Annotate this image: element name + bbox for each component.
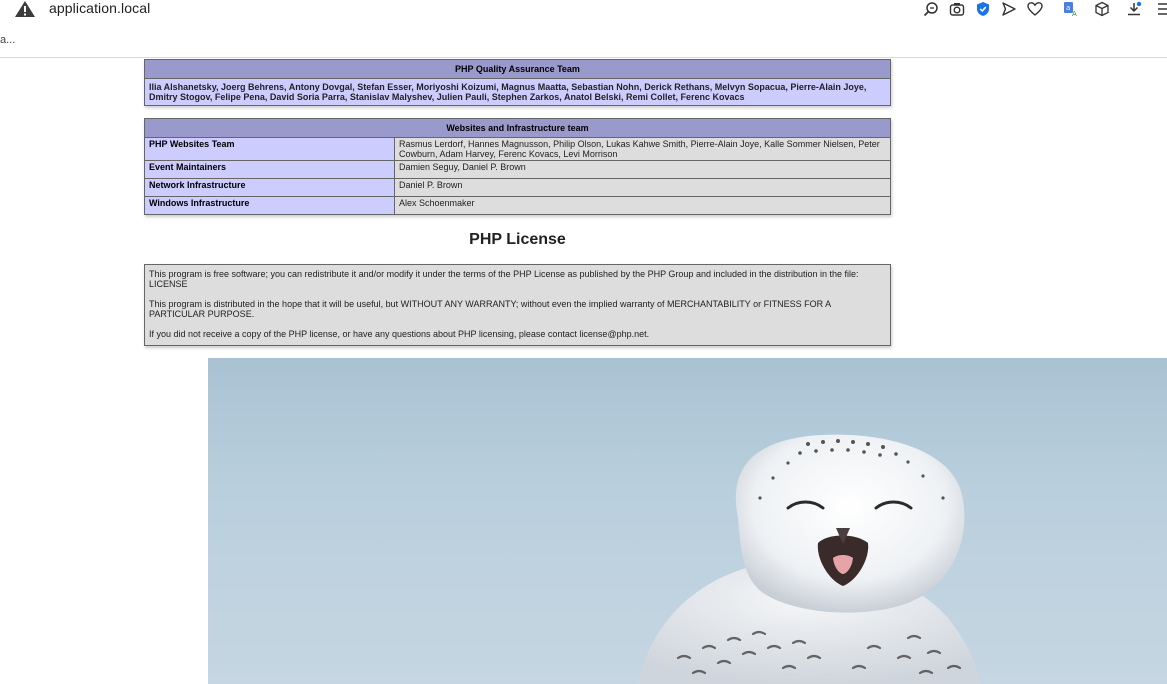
svg-text:A: A (1072, 10, 1077, 17)
license-paragraph: This program is distributed in the hope … (149, 299, 831, 319)
license-title: PHP License (469, 231, 566, 248)
heart-icon[interactable] (1026, 0, 1044, 18)
cube-icon[interactable] (1093, 0, 1111, 18)
role-cell: Network Infrastructure (144, 178, 395, 197)
owl-photo (208, 358, 1167, 684)
shield-icon[interactable] (974, 0, 992, 18)
zoom-icon[interactable] (922, 0, 940, 18)
browser-toolbar: application.local a... aA (0, 0, 1167, 58)
license-text-box: This program is free software; you can r… (144, 264, 891, 346)
warning-icon[interactable] (14, 0, 36, 18)
role-cell: PHP Websites Team (144, 137, 395, 161)
send-icon[interactable] (1000, 0, 1018, 18)
qa-team-table: PHP Quality Assurance Team Ilia Alshanet… (144, 59, 891, 106)
table-row: Windows Infrastructure Alex Schoenmaker (144, 196, 891, 215)
menu-icon[interactable] (1154, 0, 1167, 18)
table-row: Event Maintainers Damien Seguy, Daniel P… (144, 160, 891, 179)
infra-team-table: Websites and Infrastructure team PHP Web… (144, 118, 891, 215)
names-cell: Alex Schoenmaker (394, 196, 891, 215)
license-paragraph: If you did not receive a copy of the PHP… (149, 329, 650, 339)
infra-team-header: Websites and Infrastructure team (144, 118, 891, 138)
svg-text:a: a (1066, 4, 1070, 12)
names-cell: Rasmus Lerdorf, Hannes Magnusson, Philip… (394, 137, 891, 161)
qa-team-members: Ilia Alshanetsky, Joerg Behrens, Antony … (144, 78, 891, 106)
license-paragraph: This program is free software; you can r… (149, 269, 859, 289)
translate-icon[interactable]: aA (1062, 0, 1080, 18)
role-cell: Event Maintainers (144, 160, 395, 179)
names-cell: Damien Seguy, Daniel P. Brown (394, 160, 891, 179)
address-bar-url[interactable]: application.local (49, 0, 150, 16)
bookmark-truncated[interactable]: a... (0, 34, 15, 46)
table-row: Network Infrastructure Daniel P. Brown (144, 178, 891, 197)
role-cell: Windows Infrastructure (144, 196, 395, 215)
names-cell: Daniel P. Brown (394, 178, 891, 197)
snowy-owl-illustration (638, 434, 980, 684)
page-content: PHP Quality Assurance Team Ilia Alshanet… (0, 58, 1167, 684)
table-row: PHP Websites Team Rasmus Lerdorf, Hannes… (144, 137, 891, 161)
screenshot-icon[interactable] (948, 0, 966, 18)
qa-team-header: PHP Quality Assurance Team (144, 59, 891, 79)
download-icon[interactable] (1125, 0, 1143, 18)
